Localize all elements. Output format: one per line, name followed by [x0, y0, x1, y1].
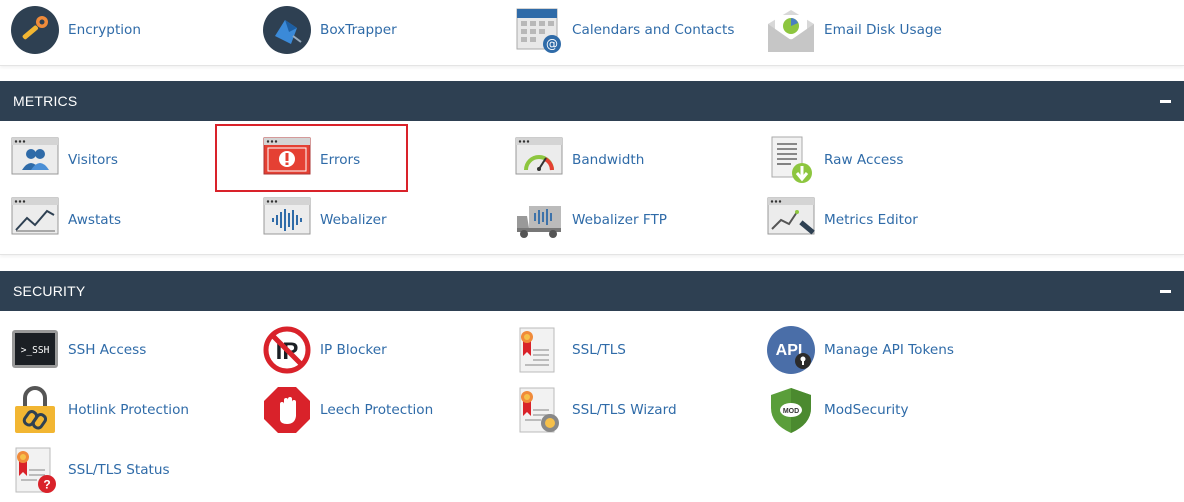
item-label: Metrics Editor	[824, 212, 918, 228]
item-label: Webalizer	[320, 212, 387, 228]
item-label: Email Disk Usage	[824, 22, 942, 38]
item-label: Errors	[320, 152, 361, 168]
item-label: Leech Protection	[320, 402, 434, 418]
ssl-wizard-icon	[515, 386, 563, 434]
ssl-status-icon: ?	[11, 446, 59, 494]
raw-access-icon	[767, 136, 815, 184]
encryption-icon	[11, 6, 59, 54]
boxtrapper-icon	[263, 6, 311, 54]
svg-text:?: ?	[43, 478, 50, 492]
item-label: Calendars and Contacts	[572, 22, 735, 38]
item-label: Webalizer FTP	[572, 212, 668, 228]
features-block: Encryption BoxTrapper @ Calendars and Co…	[0, 0, 1184, 66]
item-label: SSH Access	[68, 342, 147, 358]
item-label: Encryption	[68, 22, 141, 38]
metrics-header[interactable]: METRICS	[0, 81, 1184, 121]
item-label: BoxTrapper	[320, 22, 397, 38]
item-manage-api-tokens[interactable]: API Manage API Tokens	[767, 324, 954, 376]
item-encryption[interactable]: Encryption	[11, 4, 141, 56]
padlock-chain-icon	[11, 386, 59, 434]
section-title: SECURITY	[13, 283, 86, 299]
item-bandwidth[interactable]: Bandwidth	[515, 134, 644, 186]
section-title: METRICS	[13, 93, 78, 109]
item-label: IP Blocker	[320, 342, 387, 358]
item-hotlink-protection[interactable]: Hotlink Protection	[11, 384, 189, 436]
awstats-icon	[11, 196, 59, 244]
ssl-certificate-icon	[515, 326, 563, 374]
collapse-icon[interactable]	[1160, 289, 1171, 293]
collapse-icon[interactable]	[1160, 99, 1171, 103]
item-label: Hotlink Protection	[68, 402, 190, 418]
item-label: Bandwidth	[572, 152, 645, 168]
ip-blocker-icon: IP	[263, 326, 311, 374]
item-label: SSL/TLS Wizard	[572, 402, 677, 418]
item-boxtrapper[interactable]: BoxTrapper	[263, 4, 397, 56]
security-header[interactable]: SECURITY	[0, 271, 1184, 311]
item-ssh-access[interactable]: >_SSH SSH Access	[11, 324, 146, 376]
item-webalizer-ftp[interactable]: Webalizer FTP	[515, 194, 667, 246]
item-raw-access[interactable]: Raw Access	[767, 134, 903, 186]
item-modsecurity[interactable]: MOD ModSecurity	[767, 384, 909, 436]
webalizer-icon	[263, 196, 311, 244]
item-label: Awstats	[68, 212, 122, 228]
visitors-icon	[11, 136, 59, 184]
item-ip-blocker[interactable]: IP IP Blocker	[263, 324, 387, 376]
item-metrics-editor[interactable]: Metrics Editor	[767, 194, 918, 246]
calendars-icon: @	[515, 6, 563, 54]
bandwidth-icon	[515, 136, 563, 184]
svg-text:>_SSH: >_SSH	[21, 345, 50, 356]
security-block: >_SSH SSH Access IP IP Blocker SSL/TLS A…	[0, 311, 1184, 502]
item-webalizer[interactable]: Webalizer	[263, 194, 387, 246]
item-errors[interactable]: Errors	[263, 134, 360, 186]
webalizer-ftp-icon	[515, 196, 563, 244]
item-awstats[interactable]: Awstats	[11, 194, 121, 246]
ssh-icon: >_SSH	[11, 326, 59, 374]
item-label: SSL/TLS	[572, 342, 626, 358]
svg-text:@: @	[546, 37, 558, 51]
errors-icon	[263, 136, 311, 184]
item-calendars-contacts[interactable]: @ Calendars and Contacts	[515, 4, 734, 56]
item-email-disk-usage[interactable]: Email Disk Usage	[767, 4, 942, 56]
item-label: SSL/TLS Status	[68, 462, 170, 478]
metrics-block: Visitors Errors Bandwidth Raw Access Aws…	[0, 121, 1184, 255]
shield-icon: MOD	[767, 386, 815, 434]
email-disk-usage-icon	[767, 6, 815, 54]
item-label: Manage API Tokens	[824, 342, 954, 358]
item-label: Visitors	[68, 152, 118, 168]
metrics-editor-icon	[767, 196, 815, 244]
item-ssl-tls-status[interactable]: ? SSL/TLS Status	[11, 444, 170, 496]
item-label: Raw Access	[824, 152, 904, 168]
item-ssl-tls-wizard[interactable]: SSL/TLS Wizard	[515, 384, 677, 436]
item-label: ModSecurity	[824, 402, 909, 418]
svg-text:MOD: MOD	[783, 408, 799, 415]
item-ssl-tls[interactable]: SSL/TLS	[515, 324, 626, 376]
item-visitors[interactable]: Visitors	[11, 134, 118, 186]
api-token-icon: API	[767, 326, 815, 374]
stop-hand-icon	[263, 386, 311, 434]
item-leech-protection[interactable]: Leech Protection	[263, 384, 433, 436]
